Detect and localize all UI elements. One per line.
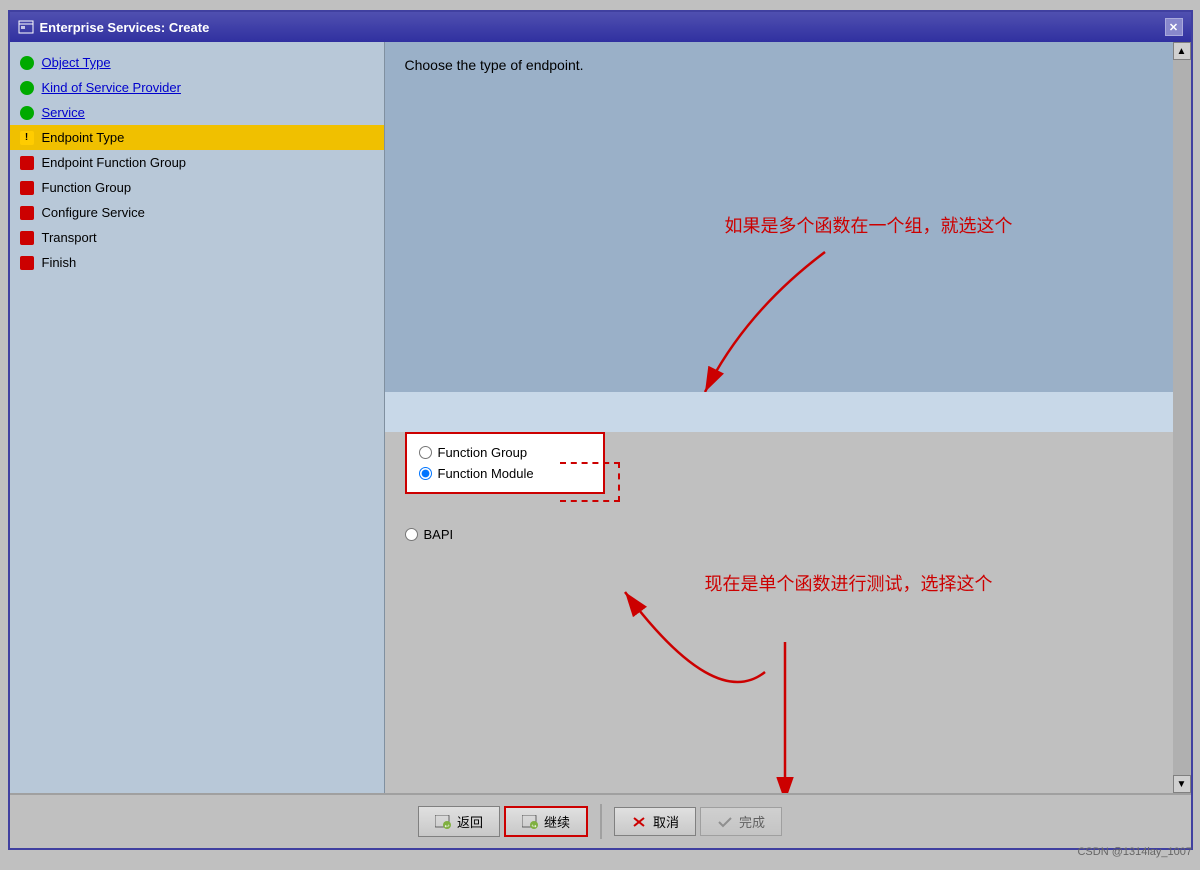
annotation-bottom: 现在是单个函数进行测试，选择这个	[705, 572, 993, 597]
sidebar-item-transport: Transport	[10, 225, 384, 250]
status-icon-kind-of-service	[20, 81, 34, 95]
dialog-body: Object Type Kind of Service Provider Servi…	[10, 42, 1191, 793]
back-icon: ↩	[435, 814, 451, 830]
sidebar-label-object-type: Object Type	[42, 55, 111, 70]
bottom-bar: ↩ 返回 ↪ 继续	[10, 793, 1191, 848]
sidebar-item-endpoint-function-group: Endpoint Function Group	[10, 150, 384, 175]
dialog-title: Enterprise Services: Create	[40, 20, 210, 35]
selection-bracket	[560, 462, 620, 502]
left-button-group: ↩ 返回 ↪ 继续	[418, 806, 588, 837]
dialog-icon	[18, 19, 34, 35]
sidebar-item-finish: Finish	[10, 250, 384, 275]
sidebar-item-kind-of-service[interactable]: Kind of Service Provider	[10, 75, 384, 100]
finish-button: 完成	[700, 807, 782, 836]
status-icon-service	[20, 106, 34, 120]
sidebar-label-service: Service	[42, 105, 85, 120]
back-label: 返回	[457, 812, 483, 831]
back-button[interactable]: ↩ 返回	[418, 806, 500, 837]
status-icon-object-type	[20, 56, 34, 70]
continue-label: 继续	[544, 812, 570, 831]
bapi-label: BAPI	[424, 527, 454, 542]
bapi-option[interactable]: BAPI	[405, 527, 454, 542]
status-icon-endpoint-type: !	[20, 131, 34, 145]
scroll-track	[1173, 60, 1191, 775]
sidebar-item-service[interactable]: Service	[10, 100, 384, 125]
function-group-option[interactable]: Function Group	[419, 442, 591, 463]
status-icon-endpoint-function-group	[20, 156, 34, 170]
sidebar-label-kind-of-service: Kind of Service Provider	[42, 80, 181, 95]
main-content-wrapper: Choose the type of endpoint. 如果是多个函数在一个组…	[385, 42, 1191, 793]
svg-text:↪: ↪	[531, 824, 536, 829]
sidebar-label-finish: Finish	[42, 255, 77, 270]
watermark: CSDN @1314lay_1007	[1077, 846, 1192, 858]
continue-button[interactable]: ↪ 继续	[504, 806, 588, 837]
sidebar-label-endpoint-type: Endpoint Type	[42, 130, 125, 145]
close-button[interactable]: ✕	[1165, 18, 1183, 36]
finish-label: 完成	[739, 812, 765, 831]
sidebar-item-endpoint-type: ! Endpoint Type	[10, 125, 384, 150]
sidebar-label-transport: Transport	[42, 230, 97, 245]
scroll-up-button[interactable]: ▲	[1173, 42, 1191, 60]
status-icon-function-group	[20, 181, 34, 195]
title-bar: Enterprise Services: Create ✕	[10, 12, 1191, 42]
cancel-label: 取消	[653, 812, 679, 831]
sidebar-item-function-group: Function Group	[10, 175, 384, 200]
main-content: Choose the type of endpoint. 如果是多个函数在一个组…	[385, 42, 1173, 793]
sidebar-label-endpoint-function-group: Endpoint Function Group	[42, 155, 187, 170]
annotation-top: 如果是多个函数在一个组，就选这个	[725, 212, 1013, 238]
status-icon-configure-service	[20, 206, 34, 220]
sidebar-item-configure-service: Configure Service	[10, 200, 384, 225]
sidebar-label-function-group: Function Group	[42, 180, 132, 195]
right-button-group: 取消 完成	[614, 807, 782, 836]
function-group-label: Function Group	[438, 445, 528, 460]
scroll-down-button[interactable]: ▼	[1173, 775, 1191, 793]
svg-text:↩: ↩	[444, 824, 449, 829]
instruction-text: Choose the type of endpoint.	[405, 57, 1153, 73]
sidebar: Object Type Kind of Service Provider Servi…	[10, 42, 385, 793]
bottom-section: Function Group Function Module BAPI	[385, 392, 1173, 432]
status-icon-finish	[20, 256, 34, 270]
status-icon-transport	[20, 231, 34, 245]
sidebar-label-configure-service: Configure Service	[42, 205, 145, 220]
scrollbar[interactable]: ▲ ▼	[1173, 42, 1191, 793]
cancel-icon	[631, 814, 647, 830]
continue-icon: ↪	[522, 814, 538, 830]
function-module-label: Function Module	[438, 466, 534, 481]
enterprise-services-dialog: Enterprise Services: Create ✕ Object Typ…	[8, 10, 1193, 850]
top-section: Choose the type of endpoint. 如果是多个函数在一个组…	[385, 42, 1173, 392]
finish-icon	[717, 814, 733, 830]
button-separator	[600, 804, 602, 839]
cancel-button[interactable]: 取消	[614, 807, 696, 836]
sidebar-item-object-type[interactable]: Object Type	[10, 50, 384, 75]
